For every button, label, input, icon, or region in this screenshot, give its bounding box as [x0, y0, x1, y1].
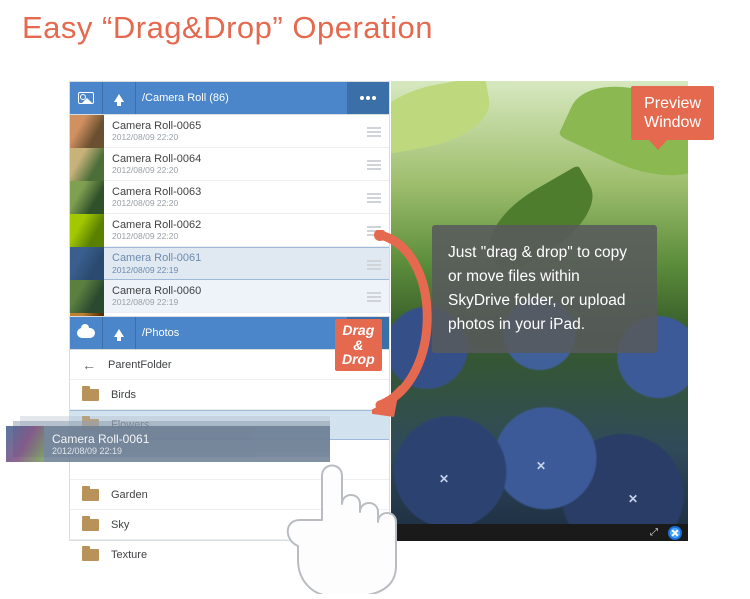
breadcrumb-path[interactable]: /Photos [136, 317, 347, 349]
list-item[interactable]: Camera Roll-0062 2012/08/09 22:20 [70, 214, 389, 247]
more-button[interactable] [347, 82, 389, 114]
callout-drag-and-drop: Drag & Drop [335, 319, 382, 371]
file-name: Camera Roll-0063 [112, 186, 201, 198]
callout-text: & [353, 337, 363, 353]
drag-handle-icon[interactable] [367, 193, 381, 203]
thumbnail-icon [70, 214, 104, 247]
arrow-icon [372, 230, 442, 425]
list-item[interactable]: Camera Roll-0061 2012/08/09 22:19 [70, 247, 389, 280]
drag-handle-icon[interactable] [367, 160, 381, 170]
file-date: 2012/08/09 22:19 [112, 265, 201, 275]
camera-roll-pane: /Camera Roll (86) Camera Roll-0065 2012/… [69, 81, 390, 313]
file-date: 2012/08/09 22:20 [112, 231, 201, 241]
file-date: 2012/08/09 22:19 [112, 297, 201, 307]
file-name: Camera Roll-0061 [112, 252, 201, 264]
folder-label: Birds [111, 389, 136, 401]
folder-icon [82, 489, 99, 501]
folder-label: Sky [111, 519, 129, 531]
file-date: 2012/08/09 22:20 [112, 198, 201, 208]
list-item[interactable]: Camera Roll-0065 2012/08/09 22:20 [70, 115, 389, 148]
callout-text: Drop [342, 351, 375, 367]
description-tooltip: Just "drag & drop" to copy or move files… [432, 225, 657, 353]
thumbnail-icon [70, 181, 104, 214]
callout-text: Preview [644, 95, 701, 112]
folder-icon [82, 549, 99, 561]
cloud-icon[interactable] [70, 317, 103, 349]
page-title: Easy “Drag&Drop” Operation [22, 10, 433, 46]
list-item[interactable]: Camera Roll-0060 2012/08/09 22:19 [70, 280, 389, 313]
berry-highlight: ✕ [628, 492, 638, 506]
pane-header: /Camera Roll (86) [70, 82, 389, 115]
callout-preview-window: Preview Window [631, 86, 714, 140]
up-button[interactable] [103, 82, 136, 114]
file-list: Camera Roll-0065 2012/08/09 22:20 Camera… [70, 115, 389, 333]
breadcrumb-path[interactable]: /Camera Roll (86) [136, 82, 347, 114]
thumbnail-icon [6, 426, 44, 462]
expand-icon[interactable]: ⤢ [650, 527, 658, 538]
file-name: Camera Roll-0060 [112, 285, 201, 297]
file-name: Camera Roll-0062 [112, 219, 201, 231]
preview-toolbar: ⤢ [391, 524, 688, 541]
list-item[interactable]: Camera Roll-0063 2012/08/09 22:20 [70, 181, 389, 214]
hand-pointer-icon [274, 434, 434, 594]
photo-icon[interactable] [70, 82, 103, 114]
up-button[interactable] [103, 317, 136, 349]
list-item[interactable]: Camera Roll-0064 2012/08/09 22:20 [70, 148, 389, 181]
back-arrow-icon: ← [82, 357, 96, 373]
berry-highlight: ✕ [536, 459, 546, 473]
thumbnail-icon [70, 148, 104, 181]
callout-text: Window [644, 114, 701, 131]
file-name: Camera Roll-0065 [112, 120, 201, 132]
folder-icon [82, 519, 99, 531]
drag-handle-icon[interactable] [367, 127, 381, 137]
thumbnail-icon [70, 280, 104, 313]
file-name: Camera Roll-0061 [52, 432, 149, 446]
folder-row[interactable]: Birds [70, 380, 389, 410]
file-date: 2012/08/09 22:19 [52, 446, 149, 456]
berry-highlight: ✕ [439, 472, 449, 486]
thumbnail-icon [70, 115, 104, 148]
folder-label: Garden [111, 489, 148, 501]
file-name: Camera Roll-0064 [112, 153, 201, 165]
folder-label: Texture [111, 549, 147, 561]
file-date: 2012/08/09 22:20 [112, 132, 201, 142]
file-date: 2012/08/09 22:20 [112, 165, 201, 175]
close-icon[interactable] [668, 526, 682, 540]
folder-label: ParentFolder [108, 359, 172, 371]
callout-text: Drag [342, 322, 374, 338]
folder-icon [82, 389, 99, 401]
thumbnail-icon [70, 247, 104, 280]
